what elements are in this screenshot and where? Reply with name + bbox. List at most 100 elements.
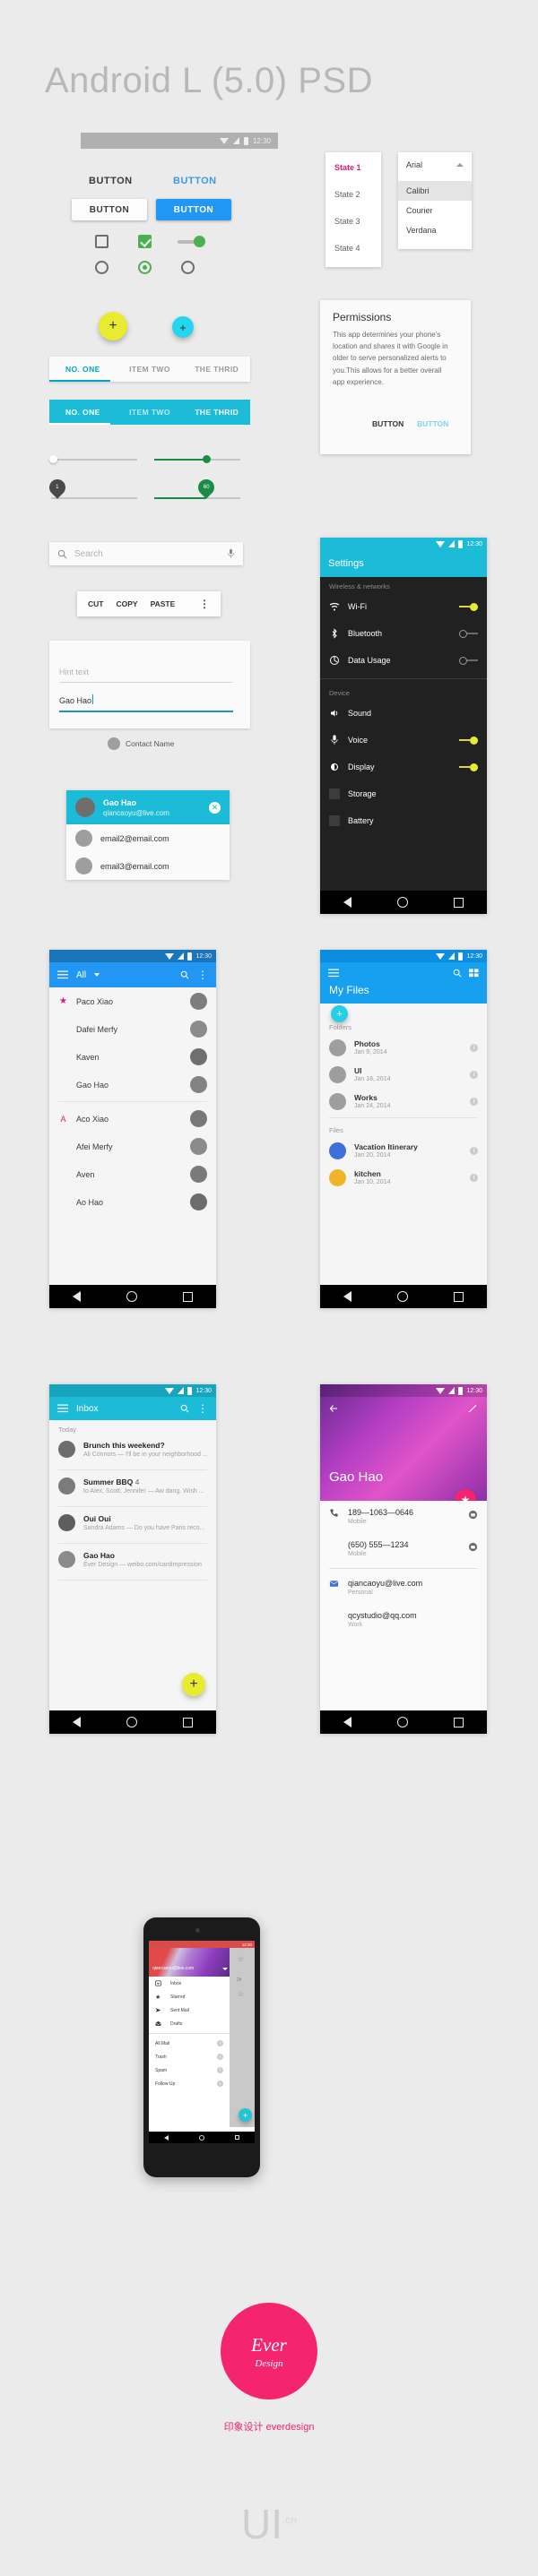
cut-button[interactable]: CUT	[88, 599, 103, 608]
back-icon[interactable]	[72, 1717, 81, 1727]
font-option-courier[interactable]: Courier	[406, 206, 433, 215]
account-option-2[interactable]: email2@email.com	[66, 824, 230, 852]
text-selection-toolbar[interactable]: CUT COPY PASTE ⋮	[77, 591, 221, 616]
radio-unchecked-2[interactable]	[181, 261, 195, 274]
contact-entry-phone-1[interactable]: 189—1063—0646 Mobile	[320, 1501, 487, 1533]
checkbox-checked[interactable]	[138, 235, 152, 248]
settings-row-storage[interactable]: Storage	[320, 780, 487, 807]
slider-track-pin-left[interactable]	[51, 497, 137, 499]
toggle-off[interactable]	[459, 656, 467, 665]
radio-checked[interactable]	[138, 261, 152, 274]
recents-icon[interactable]	[454, 897, 464, 908]
drawer-account-row[interactable]: qiancaoyu@live.com	[152, 1966, 228, 1971]
star-icon[interactable]: ☆	[238, 1955, 244, 1963]
state-item-2[interactable]: State 2	[334, 190, 360, 199]
contact-entry-email-1[interactable]: qiancaoyu@live.com Personal	[320, 1572, 487, 1604]
textfield-hint[interactable]: Hint text	[59, 668, 89, 676]
system-nav-bar[interactable]	[149, 2132, 255, 2143]
toggle-on[interactable]	[470, 762, 478, 771]
slider-pin-right[interactable]: 60	[195, 476, 218, 499]
back-icon[interactable]	[343, 1717, 351, 1727]
myfiles-file-row[interactable]: kitchen Jan 10, 2014 i	[320, 1164, 487, 1191]
contacts-row[interactable]: Ao Hao	[49, 1188, 216, 1216]
contacts-row[interactable]: Kaven	[49, 1043, 216, 1071]
info-icon[interactable]: i	[470, 1173, 478, 1182]
font-dropdown-selected[interactable]: Arial	[406, 160, 422, 169]
raised-button-light[interactable]: BUTTON	[72, 199, 147, 220]
drawer-item-spam[interactable]: Spam i	[149, 2063, 230, 2077]
contacts-row[interactable]: Aven	[49, 1160, 216, 1188]
drawer-item-starred[interactable]: ★ Starred	[149, 1990, 230, 2003]
fab-cyan[interactable]: +	[172, 316, 194, 338]
info-icon[interactable]: i	[217, 2081, 223, 2087]
system-nav-bar[interactable]	[49, 1285, 216, 1308]
chevron-up-icon[interactable]	[456, 163, 464, 167]
fab-compose[interactable]: +	[239, 2108, 252, 2122]
settings-row-battery[interactable]: Battery	[320, 807, 487, 834]
inbox-row[interactable]: Summer BBQ 4 to Alex, Scott, Jennifer — …	[49, 1473, 216, 1503]
recents-icon[interactable]	[183, 1717, 194, 1727]
menu-icon[interactable]	[328, 969, 339, 978]
flat-button-blue[interactable]: BUTTON	[173, 176, 217, 186]
recents-icon[interactable]	[235, 2135, 239, 2140]
info-icon[interactable]: i	[217, 2040, 223, 2046]
back-arrow-icon[interactable]	[328, 1402, 339, 1418]
contact-entry-phone-2[interactable]: (650) 555—1234 Mobile	[320, 1533, 487, 1565]
settings-row-bluetooth[interactable]: Bluetooth	[320, 620, 487, 647]
menu-icon[interactable]	[57, 1404, 68, 1413]
copy-button[interactable]: COPY	[116, 599, 137, 608]
message-icon[interactable]	[468, 1540, 478, 1556]
switch-knob-on[interactable]	[194, 236, 205, 247]
toggle-off[interactable]	[459, 629, 467, 638]
search-icon[interactable]	[453, 969, 462, 978]
settings-row-voice[interactable]: Voice	[320, 727, 487, 754]
myfiles-folder-row[interactable]: Photos Jan 9, 2014 i	[320, 1034, 487, 1061]
dialog-cancel-button[interactable]: BUTTON	[372, 419, 404, 428]
account-option-3[interactable]: email3@email.com	[66, 852, 230, 880]
tab-cyan-item-two[interactable]: ITEM TWO	[117, 408, 184, 417]
contact-chip[interactable]: Contact Name	[108, 737, 174, 750]
pencil-icon[interactable]	[467, 1402, 478, 1418]
home-icon[interactable]	[126, 1291, 137, 1302]
account-picker-header[interactable]: Gao Hao qiancaoyu@live.com ✕	[66, 790, 230, 824]
menu-icon[interactable]	[57, 970, 68, 979]
grid-icon[interactable]	[469, 969, 479, 978]
recents-icon[interactable]	[454, 1291, 464, 1302]
contact-entry-email-2[interactable]: qcystudio@qq.com Work	[320, 1604, 487, 1636]
info-icon[interactable]: i	[470, 1043, 478, 1052]
mic-icon[interactable]	[227, 548, 235, 559]
myfiles-file-row[interactable]: Vacation Itinerary Jan 20, 2014 i	[320, 1137, 487, 1164]
state-item-1[interactable]: State 1	[334, 163, 361, 172]
system-nav-bar[interactable]	[320, 1285, 487, 1308]
back-icon[interactable]	[343, 1291, 351, 1302]
settings-row-data-usage[interactable]: Data Usage	[320, 647, 487, 674]
contacts-row[interactable]: Dafei Merfy	[49, 1015, 216, 1043]
tab-no-one[interactable]: NO. ONE	[49, 365, 117, 374]
toggle-on[interactable]	[470, 736, 478, 745]
flat-button-dark[interactable]: BUTTON	[89, 176, 133, 186]
settings-row-sound[interactable]: Sound	[320, 700, 487, 727]
chevron-down-icon[interactable]	[94, 973, 100, 977]
radio-unchecked[interactable]	[95, 261, 108, 274]
myfiles-folder-row[interactable]: Works Jan 24, 2014 i	[320, 1088, 487, 1115]
search-icon[interactable]	[180, 1404, 189, 1413]
font-option-verdana[interactable]: Verdana	[406, 226, 437, 235]
tab-row-light[interactable]: NO. ONE ITEM TWO THE THRID	[49, 357, 250, 382]
chevron-down-icon[interactable]	[222, 1967, 228, 1970]
home-icon[interactable]	[199, 2134, 204, 2141]
system-nav-bar[interactable]	[49, 1710, 216, 1734]
star-icon[interactable]: ☆	[238, 1990, 244, 1998]
search-input[interactable]: Search	[74, 549, 220, 559]
state-item-3[interactable]: State 3	[334, 217, 360, 226]
home-icon[interactable]	[126, 1717, 137, 1727]
info-icon[interactable]: i	[470, 1146, 478, 1155]
recents-icon[interactable]	[183, 1291, 194, 1302]
fab-yellow[interactable]: +	[99, 312, 127, 340]
tab-row-cyan[interactable]: NO. ONE ITEM TWO THE THRID	[49, 400, 250, 425]
contacts-row[interactable]: Gao Hao	[49, 1071, 216, 1098]
overflow-icon[interactable]: ⋮	[199, 599, 210, 608]
home-icon[interactable]	[396, 1717, 408, 1727]
info-icon[interactable]: i	[470, 1070, 478, 1079]
slider-pin-left[interactable]: 1	[46, 476, 69, 499]
paste-button[interactable]: PASTE	[151, 599, 176, 608]
